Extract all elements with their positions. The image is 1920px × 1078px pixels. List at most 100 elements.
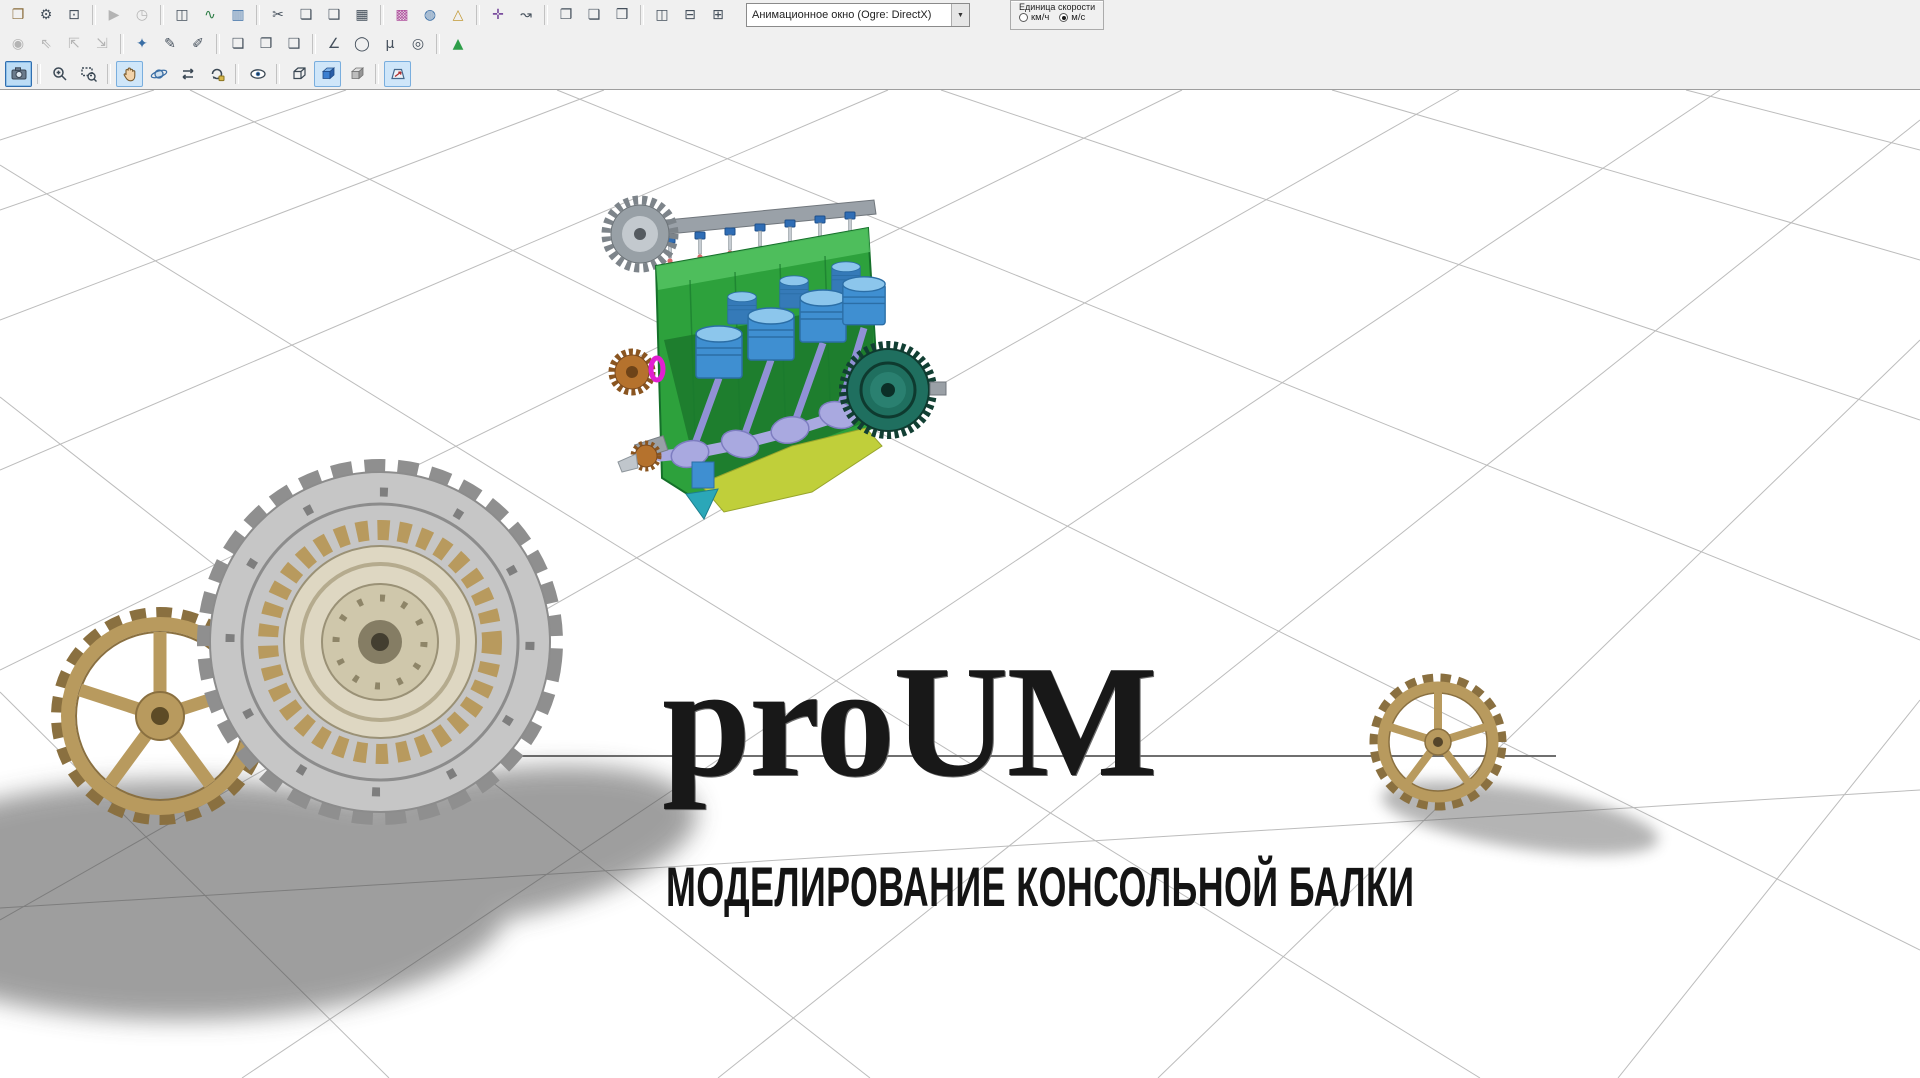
toolbar-separator — [640, 5, 644, 25]
split-grid-button[interactable]: ⊞ — [705, 3, 731, 27]
rotate-locked-icon — [208, 65, 226, 83]
add-connection-icon: ✛ — [492, 8, 504, 22]
toolbar-separator — [107, 64, 111, 84]
cone-primitive-button[interactable]: △ — [445, 3, 471, 27]
shaded-cube-icon — [319, 65, 337, 83]
pan-hand-icon — [121, 65, 139, 83]
record-camera-button[interactable] — [5, 61, 32, 87]
open-model-button[interactable]: ❐ — [5, 3, 31, 27]
data-table-icon: ▦ — [355, 8, 368, 22]
engine-model[interactable] — [606, 200, 946, 519]
secondary-toolbar: ◉ ⇖⇱ ⇲ ✦ ✎ ✐ ❏ ❐❑ ∠◯μ ◎ ▲ — [0, 30, 1920, 58]
color-grid-button[interactable]: ▩ — [389, 3, 415, 27]
toolbar-separator — [276, 64, 280, 84]
save-model-icon: ⊡ — [68, 8, 80, 22]
identifier-list-button[interactable]: ❏ — [293, 3, 319, 27]
arrange-windows-button[interactable]: ❒ — [609, 3, 635, 27]
simulation-time-button[interactable]: ◷ — [129, 3, 155, 27]
color-grid-icon: ▩ — [395, 8, 408, 22]
transfer-connection-button[interactable]: ↝ — [513, 3, 539, 27]
radio-icon — [1059, 13, 1068, 22]
toolbar-separator — [92, 5, 96, 25]
tile-windows-icon: ❏ — [588, 8, 601, 22]
terrain-mesh-icon: ▲ — [453, 37, 464, 51]
snap-direction-button[interactable]: ✦ — [129, 32, 155, 56]
animation-window-button[interactable]: ◫ — [169, 3, 195, 27]
terrain-mesh-button[interactable]: ▲ — [445, 32, 471, 56]
animation-window-select[interactable]: Анимационное окно (Ogre: DirectX)▼ — [746, 3, 970, 27]
animation-window-icon: ◫ — [175, 8, 188, 22]
add-connection-button[interactable]: ✛ — [485, 3, 511, 27]
ellipse-tool-button[interactable]: ◯ — [349, 32, 375, 56]
arrange-windows-icon: ❒ — [616, 8, 629, 22]
subtitle-text: МОДЕЛИРОВАНИЕ КОНСОЛЬНОЙ БАЛКИ — [666, 857, 1414, 918]
save-model-button[interactable]: ⊡ — [61, 3, 87, 27]
perspective-select-button[interactable] — [384, 61, 411, 87]
toolbar-separator — [436, 34, 440, 54]
edit-element-button[interactable]: ✎ — [157, 32, 183, 56]
animation-viewport[interactable]: proUM МОДЕЛИРОВАНИЕ КОНСОЛЬНОЙ БАЛКИ — [0, 89, 1920, 1078]
wizard-scissors-icon: ✂ — [272, 8, 284, 22]
cone-primitive-icon: △ — [453, 8, 464, 22]
histogram-window-button[interactable]: ▥ — [225, 3, 251, 27]
toolbar-separator — [476, 5, 480, 25]
cascade-windows-button[interactable]: ❐ — [553, 3, 579, 27]
send-view-button[interactable]: ❑ — [281, 32, 307, 56]
scene-canvas — [0, 89, 1920, 1078]
start-simulation-button[interactable]: ▶ — [101, 3, 127, 27]
zoom-window-icon — [80, 65, 98, 83]
open-model-icon: ❐ — [12, 8, 25, 22]
orbit-button[interactable] — [145, 61, 172, 87]
export-page-button[interactable]: ❑ — [321, 3, 347, 27]
copy-view-icon: ❏ — [232, 37, 245, 51]
wireframe-sphere-button[interactable]: ◍ — [417, 3, 443, 27]
speed-unit-option-kmh[interactable]: км/ч — [1019, 12, 1049, 23]
toolbar-separator — [380, 5, 384, 25]
speed-unit-option-ms[interactable]: м/с — [1059, 12, 1085, 23]
engine-timing-gear — [606, 200, 674, 268]
toolbar-separator — [37, 64, 41, 84]
main-toolbar: ❐⚙⊡▶◷◫∿▥✂❏❑▦▩◍△✛↝❐❏❒◫⊟⊞Анимационное окно… — [0, 0, 1920, 30]
probe-cursor-icon: ⇲ — [96, 37, 108, 51]
tile-windows-button[interactable]: ❏ — [581, 3, 607, 27]
angle-measure-button[interactable]: ∠ — [321, 32, 347, 56]
split-horizontal-button[interactable]: ⊟ — [677, 3, 703, 27]
snap-direction-icon: ✦ — [136, 37, 148, 51]
model-settings-button[interactable]: ⚙ — [33, 3, 59, 27]
data-table-button[interactable]: ▦ — [349, 3, 375, 27]
shaded-cube-button[interactable] — [314, 61, 341, 87]
logo-text: proUM — [662, 641, 1156, 801]
graphic-window-button[interactable]: ∿ — [197, 3, 223, 27]
toolbar-separator — [235, 64, 239, 84]
magnify-tool-button[interactable]: ◎ — [405, 32, 431, 56]
visibility-icon: ◉ — [12, 37, 24, 51]
view-visibility-icon — [249, 65, 267, 83]
zoom-in-button[interactable] — [46, 61, 73, 87]
drag-cursor-button[interactable]: ⇱ — [61, 32, 87, 56]
magnify-tool-icon: ◎ — [412, 37, 424, 51]
select-cursor-button[interactable]: ⇖ — [33, 32, 59, 56]
rotate-locked-button[interactable] — [203, 61, 230, 87]
view-visibility-button[interactable] — [244, 61, 271, 87]
wireframe-cube-button[interactable] — [285, 61, 312, 87]
split-horizontal-icon: ⊟ — [684, 8, 696, 22]
wizard-scissors-button[interactable]: ✂ — [265, 3, 291, 27]
wireframe-cube-icon — [290, 65, 308, 83]
pan-hand-button[interactable] — [116, 61, 143, 87]
split-vertical-button[interactable]: ◫ — [649, 3, 675, 27]
hidden-line-cube-icon — [348, 65, 366, 83]
visibility-button[interactable]: ◉ — [5, 32, 31, 56]
friction-mu-button[interactable]: μ — [377, 32, 403, 56]
copy-layers-button[interactable]: ❐ — [253, 32, 279, 56]
edit-element-icon: ✎ — [164, 37, 176, 51]
radio-icon — [1019, 13, 1028, 22]
hidden-line-cube-button[interactable] — [343, 61, 370, 87]
edit-external-button[interactable]: ✐ — [185, 32, 211, 56]
copy-view-button[interactable]: ❏ — [225, 32, 251, 56]
move-camera-button[interactable] — [174, 61, 201, 87]
model-settings-icon: ⚙ — [40, 8, 53, 22]
zoom-window-button[interactable] — [75, 61, 102, 87]
probe-cursor-button[interactable]: ⇲ — [89, 32, 115, 56]
simulation-time-icon: ◷ — [136, 8, 148, 22]
speed-units-label: Единица скорости — [1019, 2, 1095, 12]
